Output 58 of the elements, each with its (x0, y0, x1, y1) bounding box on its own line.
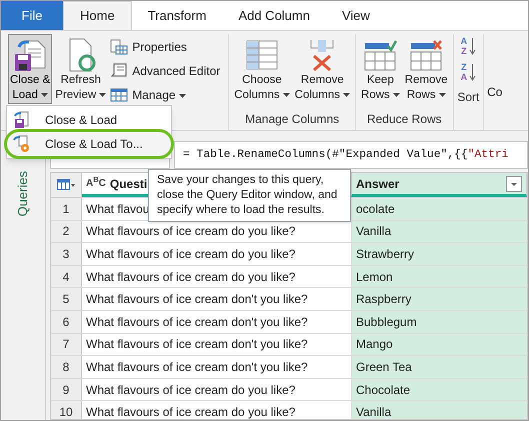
menu-item[interactable]: Close & Load To... (7, 132, 171, 156)
keep-rows-icon (363, 39, 398, 71)
ribbon-button[interactable]: Properties (109, 36, 222, 58)
table-icon (110, 87, 128, 103)
table-cell: Chocolate (352, 378, 527, 400)
formula-bar[interactable]: = Table.RenameColumns(#"Expanded Value",{{"Attri (174, 141, 528, 169)
group-label: Reduce Rows (366, 111, 442, 128)
table-cell: Raspberry (352, 288, 527, 310)
table-cell: Vanilla (352, 220, 527, 242)
ribbon-button[interactable]: Advanced Editor (109, 60, 222, 82)
row-number: 1 (51, 198, 82, 220)
table-columns-icon (244, 39, 279, 71)
ribbon-button[interactable]: Remove Rows (402, 34, 450, 104)
properties-icon (110, 39, 128, 55)
row-number: 7 (51, 334, 82, 356)
filter-dropdown-icon[interactable] (506, 176, 522, 192)
row-number: 6 (51, 310, 82, 333)
file-tab[interactable]: File (1, 1, 63, 30)
ribbon-tab[interactable]: View (326, 1, 386, 30)
table-cell: ocolate (352, 198, 527, 220)
group-label: Sort (457, 89, 480, 106)
ribbon-button[interactable]: Co (487, 34, 502, 104)
down-arrow-icon (469, 63, 476, 81)
row-number: 4 (51, 266, 82, 288)
ribbon-button[interactable]: Remove Columns (292, 34, 352, 104)
table-cell: Green Tea (352, 356, 527, 378)
row-number: 10 (51, 401, 82, 419)
sort-ascending-button[interactable]: A Z (460, 36, 476, 56)
table-cell: Bubblegum (352, 310, 527, 333)
ribbon-button[interactable]: Refresh Preview (53, 34, 108, 104)
table-icon (57, 179, 75, 191)
ribbon-tab[interactable]: Home (63, 1, 132, 30)
ribbon-tab[interactable]: Add Column (222, 1, 326, 30)
ribbon-tab[interactable]: Transform (132, 1, 222, 30)
table-menu-header[interactable] (51, 173, 82, 197)
down-arrow-icon (469, 37, 476, 55)
ribbon-button[interactable]: Choose Columns (232, 34, 292, 104)
row-number: 2 (51, 220, 82, 242)
type-label: A$^{B}$C (86, 176, 106, 191)
tooltip: Save your changes to this query, close the Query Editor window, and specify where to load the results. (148, 169, 351, 222)
table-cell: Vanilla (352, 401, 527, 419)
table-cell: Mango (352, 334, 527, 356)
column-header[interactable]: Answer (352, 173, 527, 197)
ribbon-button[interactable]: Keep Rows (359, 34, 402, 104)
group-label: Manage Columns (245, 111, 340, 128)
ribbon-button[interactable]: Close & Load (8, 34, 52, 104)
formula-text: = Table.RenameColumns(#"Expanded Value",{{"Attri (183, 148, 508, 163)
remove-rows-icon (409, 39, 444, 71)
row-number: 3 (51, 243, 82, 265)
save-icon (13, 111, 31, 129)
row-number: 8 (51, 356, 82, 378)
sort-descending-button[interactable]: Z A (460, 62, 476, 82)
scroll-icon (110, 63, 128, 79)
row-number: 5 (51, 288, 82, 310)
table-cell: Strawberry (352, 243, 527, 265)
pane-title: Queries (14, 171, 32, 217)
row-number: 9 (51, 378, 82, 400)
table-cell: Lemon (352, 266, 527, 288)
